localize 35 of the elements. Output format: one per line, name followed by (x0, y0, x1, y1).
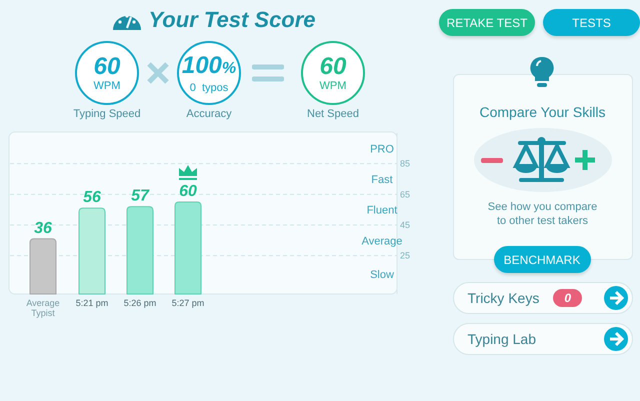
arrow-right-icon (604, 327, 628, 351)
category-label: Average Typist (26, 298, 60, 318)
category-label: 5:21 pm (76, 298, 108, 308)
arrow-right-icon (604, 286, 628, 310)
score-label: Accuracy (186, 108, 232, 120)
score-label: Net Speed (307, 108, 359, 120)
bar-value: 57 (131, 188, 149, 205)
retake-button[interactable]: RETAKE TEST (439, 9, 535, 36)
zone-label: Slow (370, 269, 394, 282)
tests-button[interactable]: TESTS (543, 9, 640, 36)
score-circle: 60 WPM (301, 41, 365, 105)
bar-value: 56 (83, 189, 101, 206)
category-label: 5:26 pm (124, 298, 156, 308)
score-label: Typing Speed (73, 108, 141, 120)
bar-value: 60 (179, 183, 197, 200)
zone-label: Average (362, 235, 402, 248)
card-description: See how you compare to other test takers (486, 200, 598, 228)
benchmark-button[interactable]: BENCHMARK (494, 246, 590, 273)
count-badge: 0 (553, 289, 582, 307)
scale-label: 85 (400, 158, 410, 169)
bar-value: 36 (34, 220, 52, 237)
zone-label: Fast (371, 174, 393, 186)
link-row[interactable]: Tricky Keys 0 (452, 282, 632, 314)
score-circle: 100% 0 typos (177, 41, 241, 105)
link-row[interactable]: Typing Lab (452, 323, 632, 355)
score-circle: 60 WPM (75, 41, 139, 105)
scale-label: 25 (400, 250, 410, 261)
zone-label: PRO (370, 143, 394, 156)
zone-label: Fluent (366, 204, 398, 217)
page-title: Your Test Score (148, 7, 316, 33)
card-title: Compare Your Skills (479, 104, 606, 120)
multiply-icon (146, 61, 170, 85)
scale-label: 45 (400, 220, 410, 230)
category-label: 5:27 pm (172, 298, 204, 308)
scale-label: 65 (400, 189, 410, 200)
